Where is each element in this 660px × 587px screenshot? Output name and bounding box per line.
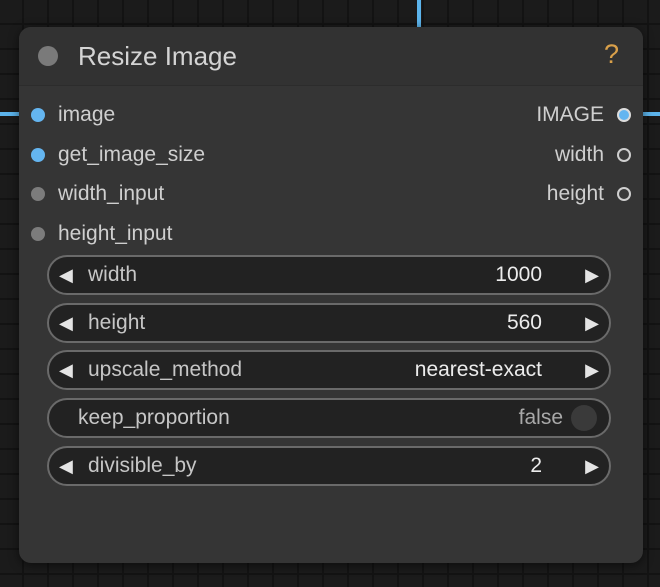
node-title: Resize Image (78, 41, 237, 71)
divisible-by-number-widget[interactable]: ◀ divisible_by 2 ▶ (47, 446, 611, 486)
input-label-width-input: width_input (58, 182, 165, 205)
width-number-widget[interactable]: ◀ width 1000 ▶ (47, 255, 611, 295)
output-connector-image[interactable] (617, 108, 631, 122)
height-decrement-icon[interactable]: ◀ (59, 305, 73, 341)
input-connector-width-input[interactable] (31, 187, 45, 201)
divisible-by-widget-label: divisible_by (88, 454, 197, 477)
input-connector-height-input[interactable] (31, 227, 45, 241)
upscale-method-combo-widget[interactable]: ◀ upscale_method nearest-exact ▶ (47, 350, 611, 390)
output-connector-height[interactable] (617, 187, 631, 201)
output-connector-width[interactable] (617, 148, 631, 162)
input-label-image: image (58, 103, 116, 126)
keep-proportion-widget-label: keep_proportion (78, 406, 230, 429)
output-label-height: height (546, 182, 604, 205)
keep-proportion-toggle-widget[interactable]: keep_proportion false (47, 398, 611, 438)
upscale-method-widget-value[interactable]: nearest-exact (415, 352, 542, 388)
height-widget-label: height (88, 311, 146, 334)
output-slot-height[interactable]: height (431, 179, 631, 209)
height-increment-icon[interactable]: ▶ (585, 305, 599, 341)
input-connector-image[interactable] (31, 108, 45, 122)
keep-proportion-widget-value: false (518, 406, 563, 429)
upscale-method-prev-icon[interactable]: ◀ (59, 352, 73, 388)
width-widget-label: width (88, 263, 138, 286)
input-label-height-input: height_input (58, 222, 173, 245)
width-increment-icon[interactable]: ▶ (585, 257, 599, 293)
output-wire-right[interactable] (641, 112, 660, 116)
output-label-image: IMAGE (536, 103, 604, 126)
output-label-width: width (554, 143, 604, 166)
keep-proportion-toggle-knob[interactable] (571, 405, 597, 431)
upscale-method-widget-label: upscale_method (88, 358, 243, 381)
divisible-by-widget-value[interactable]: 2 (530, 448, 542, 484)
node-header[interactable]: Resize Image ? (19, 27, 643, 86)
width-decrement-icon[interactable]: ◀ (59, 257, 73, 293)
height-widget-value[interactable]: 560 (507, 305, 542, 341)
output-slot-width[interactable]: width (431, 140, 631, 170)
output-slot-image[interactable]: IMAGE (431, 100, 631, 130)
upscale-method-next-icon[interactable]: ▶ (585, 352, 599, 388)
height-number-widget[interactable]: ◀ height 560 ▶ (47, 303, 611, 343)
width-widget-value[interactable]: 1000 (495, 257, 542, 293)
input-connector-get-image-size[interactable] (31, 148, 45, 162)
divisible-by-decrement-icon[interactable]: ◀ (59, 448, 73, 484)
divisible-by-increment-icon[interactable]: ▶ (585, 448, 599, 484)
input-wire-top[interactable] (417, 0, 421, 27)
help-icon[interactable]: ? (604, 39, 619, 70)
node-collapse-dot[interactable] (38, 46, 58, 66)
input-wire-left[interactable] (0, 112, 20, 116)
input-label-get-image-size: get_image_size (58, 143, 206, 166)
resize-image-node[interactable]: Resize Image ? image get_image_size widt… (19, 27, 643, 563)
